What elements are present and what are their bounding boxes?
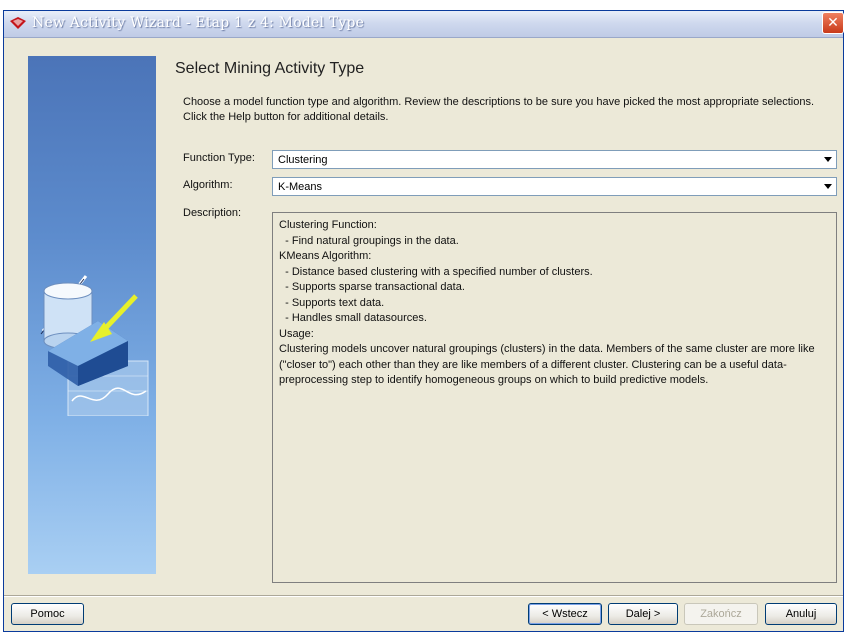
- description-line: - Handles small datasources.: [279, 312, 427, 324]
- description-line: - Supports sparse transactional data.: [279, 281, 465, 293]
- page-title: Select Mining Activity Type: [175, 60, 365, 77]
- description-line: - Distance based clustering with a speci…: [279, 265, 593, 278]
- algorithm-select[interactable]: K-Means: [272, 177, 837, 196]
- description-label: Description:: [183, 207, 242, 219]
- intro-text: Choose a model function type and algorit…: [183, 96, 815, 123]
- description-line: KMeans Algorithm:: [279, 250, 372, 262]
- finish-button[interactable]: Zakończ: [684, 603, 758, 625]
- function-type-select[interactable]: Clustering: [272, 150, 837, 169]
- next-button[interactable]: Dalej >: [608, 603, 678, 625]
- button-bar-divider: [4, 595, 843, 597]
- chevron-down-icon[interactable]: [824, 157, 832, 162]
- algorithm-value: K-Means: [278, 181, 323, 193]
- window-title: New Activity Wizard - Etap 1 z 4: Model …: [32, 15, 365, 31]
- wizard-side-panel: [28, 56, 156, 574]
- description-line: - Supports text data.: [279, 296, 385, 309]
- cancel-button[interactable]: Anuluj: [765, 603, 837, 625]
- app-logo-icon: [10, 17, 26, 29]
- description-text-area[interactable]: Clustering Function: - Find natural grou…: [272, 212, 837, 583]
- wizard-window: New Activity Wizard - Etap 1 z 4: Model …: [3, 10, 844, 632]
- close-button[interactable]: ✕: [822, 12, 844, 34]
- close-icon: ✕: [827, 15, 839, 31]
- help-button[interactable]: Pomoc: [11, 603, 84, 625]
- description-line: - Find natural groupings in the data.: [279, 234, 459, 247]
- description-line: Clustering models uncover natural groupi…: [279, 343, 818, 386]
- back-button[interactable]: < Wstecz: [528, 603, 602, 625]
- description-line: Clustering Function:: [279, 219, 377, 231]
- function-type-value: Clustering: [278, 154, 328, 166]
- data-mining-illustration-icon: [40, 275, 149, 416]
- title-bar[interactable]: New Activity Wizard - Etap 1 z 4: Model …: [4, 11, 844, 38]
- algorithm-label: Algorithm:: [183, 179, 233, 191]
- function-type-label: Function Type:: [183, 152, 255, 164]
- chevron-down-icon[interactable]: [824, 184, 832, 189]
- description-line: Usage:: [279, 327, 314, 340]
